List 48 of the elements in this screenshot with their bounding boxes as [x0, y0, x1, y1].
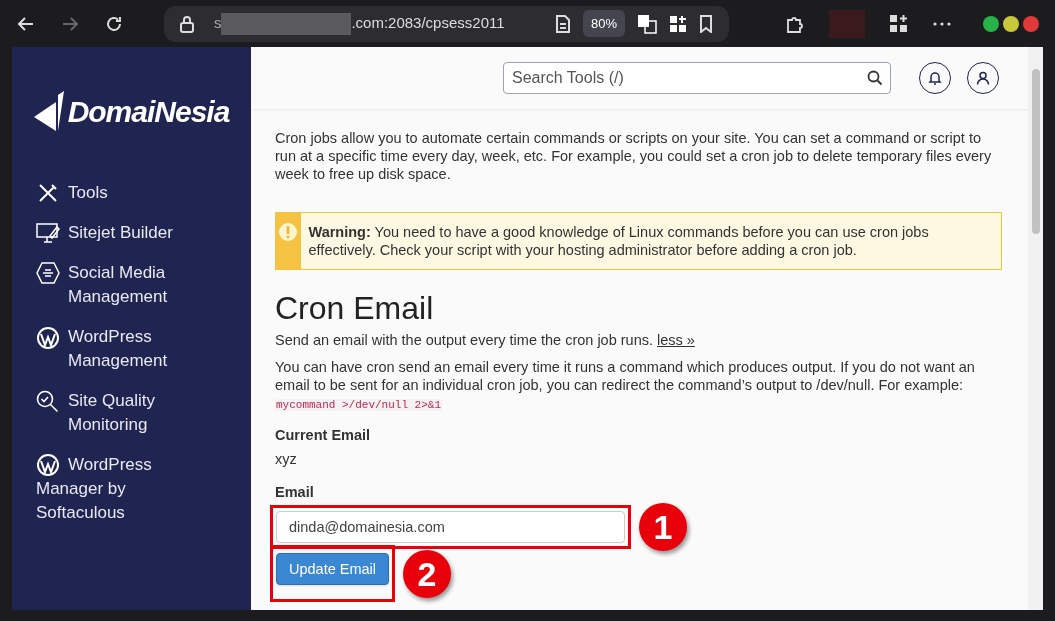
field-label: Current Email — [275, 426, 372, 444]
callout-badge: 2 — [403, 549, 452, 598]
current-email-value: xyz — [275, 450, 298, 468]
sidebar-item[interactable]: Tools — [36, 181, 227, 205]
tools-icon — [37, 182, 59, 204]
sidebar-item[interactable]: WordPress Management — [36, 325, 227, 373]
search-icon[interactable] — [867, 70, 883, 86]
magnifier-check-icon — [36, 390, 60, 414]
more-icon[interactable] — [933, 21, 951, 26]
profile-swatch[interactable] — [829, 9, 866, 38]
scrollbar-thumb[interactable] — [1031, 69, 1040, 234]
details-paragraph: You can have cron send an email every time it runs a command which produces output. If you do not want an email to be sent for an individual cron job, you can redirect the command’s output to /dev/null. For example: — [275, 358, 976, 394]
close-button[interactable] — [1023, 15, 1039, 32]
less-link[interactable]: less » — [657, 332, 695, 348]
document-icon[interactable] — [555, 14, 572, 33]
monitor-pencil-icon — [36, 222, 60, 244]
wordpress-icon — [36, 453, 60, 477]
apps-add-icon[interactable] — [889, 13, 909, 34]
summary-text: Send an email with the output every time the cron job runs. — [275, 332, 654, 348]
section-title: Cron Email — [275, 289, 435, 328]
warning-text: Warning: You need to have a good knowledge of Linux commands before you can use cron jobs effectively. Check your script with your hosting administrator before adding a cron job. — [307, 223, 930, 260]
bell-icon — [928, 71, 942, 85]
intro-paragraph: Cron jobs allow you to automate certain commands or scripts on your site. You can set a command or script to run at a specific time every day, week, etc. For example, you could set a cron job to delete temporary files every week to free up disk space. — [275, 129, 993, 183]
address-bar[interactable]: s .com:2083/cpsess2011 80% — [163, 5, 730, 42]
zoom-badge[interactable]: 80% — [583, 9, 626, 38]
code-snippet: mycommand >/dev/null 2>&1 — [275, 399, 443, 411]
sidebar-item[interactable]: Sitejet Builder — [36, 221, 227, 245]
sidebar-item[interactable]: Social Media Management — [36, 261, 227, 309]
url-text: .com:2083/cpsess2011 — [351, 13, 505, 34]
maximize-button[interactable] — [1003, 15, 1019, 32]
bookmark-icon[interactable] — [699, 14, 714, 33]
sidebar-item[interactable]: Site Quality Monitoring — [36, 389, 227, 437]
wordpress-icon — [36, 326, 60, 350]
url-text: s — [213, 13, 222, 34]
update-email-button[interactable]: Update Email — [276, 553, 390, 585]
user-icon — [976, 71, 990, 85]
lock-icon — [179, 14, 194, 33]
logo-text: DomaiNesia — [67, 93, 230, 130]
apps-icon[interactable] — [669, 14, 688, 33]
email-field[interactable]: dinda@domainesia.com — [276, 511, 625, 543]
translate-icon[interactable] — [637, 13, 658, 34]
exclamation-icon — [278, 222, 299, 242]
hexagon-icon — [36, 262, 60, 284]
minimize-button[interactable] — [983, 15, 999, 32]
field-label: Email — [275, 483, 315, 501]
callout-badge: 1 — [639, 503, 687, 551]
sidebar-item[interactable]: WordPress Manager by Softaculous — [36, 453, 176, 525]
search-field[interactable]: Search Tools (/) — [503, 62, 891, 94]
